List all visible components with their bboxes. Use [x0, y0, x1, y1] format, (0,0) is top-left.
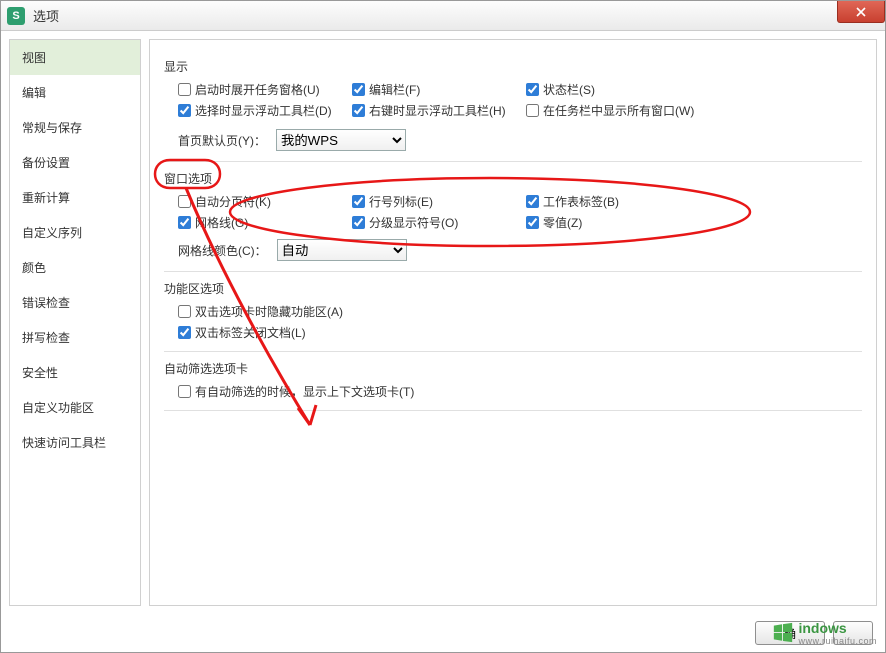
- checkbox-outline-symbols[interactable]: 分级显示符号(O): [352, 214, 522, 231]
- close-button[interactable]: [837, 1, 885, 23]
- options-dialog: S 选项 视图 编辑 常规与保存 备份设置 重新计算 自定义序列 颜色 错误检查…: [0, 0, 886, 653]
- checkbox-dblclick-close-doc[interactable]: 双击标签关闭文档(L): [178, 324, 306, 341]
- section-display-title: 显示: [164, 58, 862, 75]
- checkbox-autofilter-context-tab[interactable]: 有自动筛选的时候，显示上下文选项卡(T): [178, 383, 414, 400]
- section-ribbon-title: 功能区选项: [164, 280, 862, 297]
- sidebar-item-edit[interactable]: 编辑: [10, 75, 140, 110]
- sidebar-item-color[interactable]: 颜色: [10, 250, 140, 285]
- watermark: indows www.ruihaifu.com: [772, 620, 877, 646]
- titlebar: S 选项: [1, 1, 885, 31]
- checkbox-startup-task-pane[interactable]: 启动时展开任务窗格(U): [178, 81, 348, 98]
- sidebar-item-custom-lists[interactable]: 自定义序列: [10, 215, 140, 250]
- checkbox-auto-page-break[interactable]: 自动分页符(K): [178, 193, 348, 210]
- sidebar-item-spellcheck[interactable]: 拼写检查: [10, 320, 140, 355]
- checkbox-row-col-header[interactable]: 行号列标(E): [352, 193, 522, 210]
- checkbox-status-bar[interactable]: 状态栏(S): [526, 81, 706, 98]
- sidebar-item-backup[interactable]: 备份设置: [10, 145, 140, 180]
- sidebar-item-qat[interactable]: 快速访问工具栏: [10, 425, 140, 460]
- windows-flag-icon: [772, 622, 794, 644]
- grid-color-select[interactable]: 自动: [277, 239, 407, 261]
- checkbox-show-all-windows-taskbar[interactable]: 在任务栏中显示所有窗口(W): [526, 102, 706, 119]
- sidebar-item-error-check[interactable]: 错误检查: [10, 285, 140, 320]
- sidebar-item-view[interactable]: 视图: [10, 40, 140, 75]
- sidebar-item-security[interactable]: 安全性: [10, 355, 140, 390]
- section-filter-title: 自动筛选选项卡: [164, 360, 862, 377]
- checkbox-zero-values[interactable]: 零值(Z): [526, 214, 706, 231]
- checkbox-float-toolbar-rightclick[interactable]: 右键时显示浮动工具栏(H): [352, 102, 522, 119]
- dialog-title: 选项: [33, 6, 59, 25]
- sidebar-item-recalc[interactable]: 重新计算: [10, 180, 140, 215]
- checkbox-dblclick-hide-ribbon[interactable]: 双击选项卡时隐藏功能区(A): [178, 303, 343, 320]
- dialog-footer: 确: [1, 614, 885, 652]
- sidebar-item-custom-ribbon[interactable]: 自定义功能区: [10, 390, 140, 425]
- checkbox-sheet-tabs[interactable]: 工作表标签(B): [526, 193, 706, 210]
- home-default-label: 首页默认页(Y)：: [178, 132, 266, 149]
- watermark-url: www.ruihaifu.com: [798, 636, 877, 646]
- home-default-select[interactable]: 我的WPS: [276, 129, 406, 151]
- grid-color-label: 网格线颜色(C)：: [178, 242, 267, 259]
- section-window-title: 窗口选项: [164, 170, 862, 187]
- checkbox-float-toolbar-select[interactable]: 选择时显示浮动工具栏(D): [178, 102, 348, 119]
- checkbox-formula-bar[interactable]: 编辑栏(F): [352, 81, 522, 98]
- content-panel: 显示 启动时展开任务窗格(U) 编辑栏(F) 状态栏(S) 选择时显示浮动工具栏…: [149, 39, 877, 606]
- app-icon: S: [7, 7, 25, 25]
- sidebar-item-general-save[interactable]: 常规与保存: [10, 110, 140, 145]
- close-icon: [856, 7, 866, 17]
- watermark-brand: indows: [798, 620, 877, 636]
- checkbox-gridlines[interactable]: 网格线(G): [178, 214, 348, 231]
- sidebar: 视图 编辑 常规与保存 备份设置 重新计算 自定义序列 颜色 错误检查 拼写检查…: [9, 39, 141, 606]
